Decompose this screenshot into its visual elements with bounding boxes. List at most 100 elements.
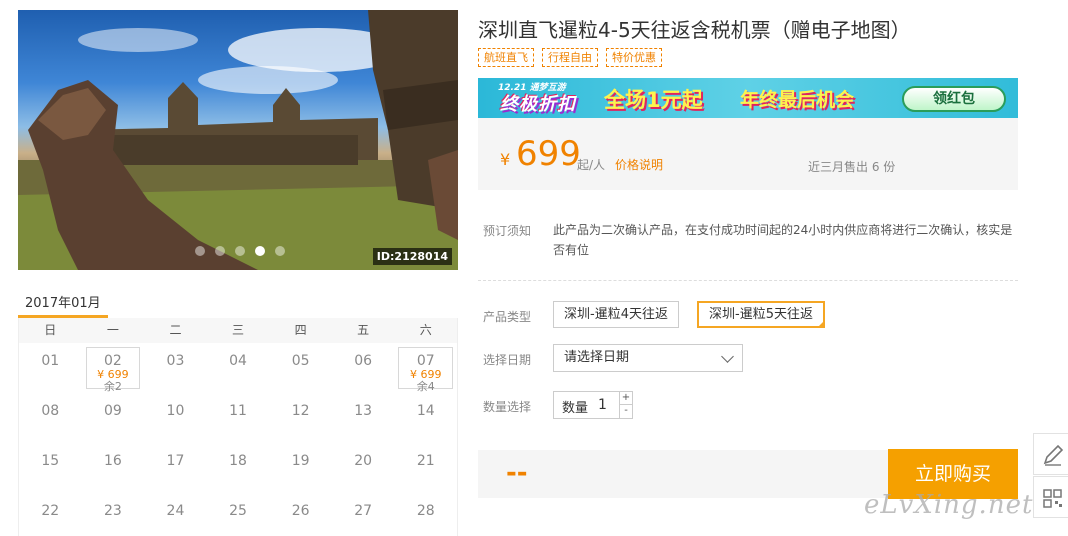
- currency-symbol: ¥: [500, 150, 511, 169]
- date-label: 选择日期: [483, 353, 532, 367]
- calendar-day: 11: [207, 393, 270, 443]
- quantity-label: 数量选择: [483, 400, 532, 414]
- qrcode-tool[interactable]: [1033, 476, 1068, 518]
- sold-count: 近三月售出 6 份: [808, 160, 896, 174]
- calendar-day: 10: [144, 393, 207, 443]
- calendar-day: 08: [19, 393, 82, 443]
- calendar-day: 03: [144, 343, 207, 393]
- day-number: 28: [416, 503, 435, 519]
- calendar-day: 04: [207, 343, 270, 393]
- price-box: ¥ 699 起/人 价格说明 近三月售出 6 份: [478, 118, 1018, 190]
- carousel-dot[interactable]: [215, 246, 225, 256]
- day-number: 16: [103, 453, 122, 469]
- section-divider: [478, 280, 1018, 281]
- calendar-day: 01: [19, 343, 82, 393]
- day-number: 12: [291, 403, 310, 419]
- carousel-dot[interactable]: [235, 246, 245, 256]
- day-number: 18: [229, 453, 247, 469]
- day-number: 08: [41, 403, 60, 419]
- product-type-option-4day[interactable]: 深圳-暹粒4天往返: [553, 301, 679, 328]
- price-amount: 699: [516, 134, 581, 174]
- carousel-dot-active[interactable]: [255, 246, 265, 256]
- calendar-day: 27: [332, 493, 395, 536]
- carousel-dot[interactable]: [275, 246, 285, 256]
- total-price: --: [506, 458, 528, 488]
- tag-direct-flight: 航班直飞: [478, 48, 534, 67]
- quantity-prefix: 数量: [562, 401, 589, 416]
- calendar-day: 14: [394, 393, 457, 443]
- date-select[interactable]: 请选择日期: [553, 344, 743, 372]
- weekday-header: 日: [44, 323, 57, 337]
- calendar-body: 01 02 ¥ 699 余2 03 04 05 06 07 ¥ 699 余4 08 09 10 11 12 13…: [19, 343, 457, 536]
- day-number: 19: [291, 453, 310, 469]
- calendar-day: 22: [19, 493, 82, 536]
- calendar-day: 28: [394, 493, 457, 536]
- calendar-day-available[interactable]: 02 ¥ 699 余2: [85, 347, 141, 393]
- calendar-day: 13: [332, 393, 395, 443]
- day-number: 13: [354, 403, 373, 419]
- calendar-week-row: 22 23 24 25 26 27 28: [19, 493, 457, 536]
- calendar-day: 15: [19, 443, 82, 493]
- banner-promo-2: 年终最后机会: [740, 89, 855, 111]
- notice-label: 预订须知: [483, 224, 532, 238]
- calendar-week-row: 01 02 ¥ 699 余2 03 04 05 06 07 ¥ 699 余4: [19, 343, 457, 393]
- calendar-week-row: 08 09 10 11 12 13 14: [19, 393, 457, 443]
- chevron-down-icon: [721, 350, 734, 363]
- quantity-increase-button[interactable]: +: [619, 392, 632, 405]
- calendar-day: 24: [144, 493, 207, 536]
- banner-promo-1: 全场1元起: [604, 88, 703, 112]
- watermark: eLvXing.net: [864, 490, 1034, 520]
- quantity-decrease-button[interactable]: -: [619, 405, 632, 418]
- day-number: 21: [416, 453, 435, 469]
- promo-banner[interactable]: 12.21 通梦互游 终极折扣 全场1元起 年终最后机会 领红包: [478, 78, 1018, 118]
- quantity-value[interactable]: 1: [598, 397, 607, 413]
- product-title: 深圳直飞暹粒4-5天往返含税机票（赠电子地图）: [478, 18, 911, 42]
- calendar-day: 05: [269, 343, 332, 393]
- calendar-day: 06: [332, 343, 395, 393]
- day-number: 05: [291, 353, 310, 369]
- calendar-day: 26: [269, 493, 332, 536]
- day-number: 06: [354, 353, 373, 369]
- notice-text: 此产品为二次确认产品，在支付成功时间起的24小时内供应商将进行二次确认，核实是否…: [553, 223, 1013, 257]
- day-number: 07: [416, 353, 435, 369]
- weekday-header: 四: [294, 323, 307, 337]
- product-photo[interactable]: ID:2128014: [18, 10, 458, 270]
- product-type-option-5day[interactable]: 深圳-暹粒5天往返: [697, 301, 825, 328]
- calendar-weekday-header: 日一二三四五六: [19, 318, 457, 343]
- day-number: 09: [103, 403, 122, 419]
- calendar-day-available[interactable]: 07 ¥ 699 余4: [398, 347, 454, 393]
- weekday-header: 三: [232, 323, 245, 337]
- calendar-day: 25: [207, 493, 270, 536]
- quantity-stepper: 数量 1 + -: [553, 391, 633, 419]
- day-number: 26: [291, 503, 310, 519]
- product-type-option-label: 深圳-暹粒5天往返: [709, 307, 813, 322]
- calendar-day: 17: [144, 443, 207, 493]
- day-number: 01: [41, 353, 60, 369]
- banner-slogan: 终极折扣: [500, 94, 576, 115]
- carousel-dot[interactable]: [195, 246, 205, 256]
- day-number: 11: [229, 403, 247, 419]
- day-number: 25: [229, 503, 247, 519]
- temple-illustration: [18, 10, 458, 270]
- calendar-day: 09: [82, 393, 145, 443]
- feedback-tool[interactable]: [1033, 433, 1068, 475]
- calendar-day: 19: [269, 443, 332, 493]
- date-select-placeholder: 请选择日期: [564, 350, 630, 365]
- calendar-day: 18: [207, 443, 270, 493]
- qrcode-icon: [1043, 489, 1062, 508]
- day-remaining: 余4: [416, 380, 435, 393]
- calendar-month-tab[interactable]: 2017年01月: [18, 288, 108, 318]
- day-number: 24: [166, 503, 185, 519]
- product-type-label: 产品类型: [483, 310, 532, 324]
- tag-free-itinerary: 行程自由: [542, 48, 598, 67]
- calendar-grid: 日 一 二 三 四 五 六 01 02 ¥ 699 余2 03 04 05 06 07 ¥ 699 余4 08 09…: [18, 318, 458, 536]
- get-red-packet-button[interactable]: 领红包: [902, 86, 1006, 112]
- calendar-week-row: 15 16 17 18 19 20 21: [19, 443, 457, 493]
- photo-id-badge: ID:2128014: [372, 248, 452, 265]
- price-explain-link[interactable]: 价格说明: [615, 156, 663, 173]
- weekday-header: 二: [169, 323, 182, 337]
- calendar-day: 16: [82, 443, 145, 493]
- pencil-icon: [1043, 444, 1064, 466]
- day-number: 15: [41, 453, 60, 469]
- calendar-day: 12: [269, 393, 332, 443]
